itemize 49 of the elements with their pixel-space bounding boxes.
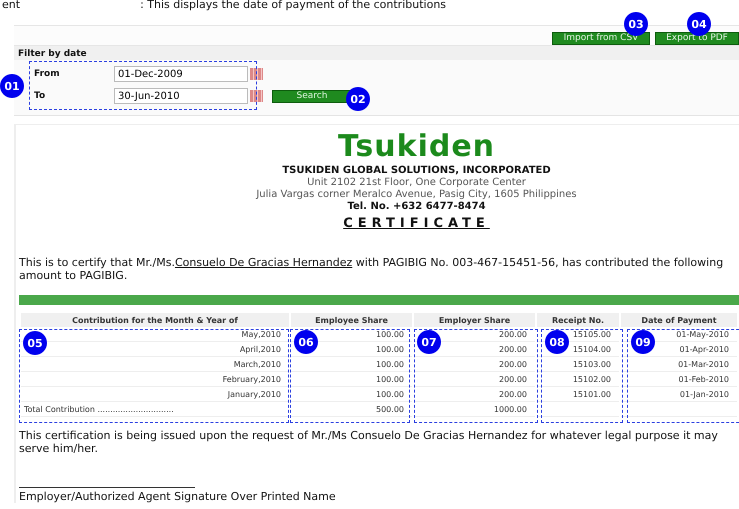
total-label: Total Contribution .............................. (21, 402, 289, 417)
callout-badge: 06 (294, 330, 318, 354)
company-name: TSUKIDEN GLOBAL SOLUTIONS, INCORPORATED (281, 165, 552, 177)
address-line: Julia Vargas corner Meralco Avenue, Pasig City, 1605 Philippines (254, 189, 578, 201)
certificate-title: CERTIFICATE (342, 215, 491, 232)
callout-badge: 04 (687, 12, 711, 36)
caption-term: ent (2, 0, 20, 10)
table-cell: 1000.00 (414, 402, 535, 417)
table-cell: 200.00 (414, 357, 535, 372)
table-cell: 15103.00 (537, 357, 619, 372)
column-header: Employer Share (414, 313, 535, 327)
callout-badge: 08 (545, 330, 569, 354)
signature-label: Employer/Authorized Agent Signature Over Printed Name (19, 490, 337, 503)
calendar-icon[interactable] (250, 90, 263, 102)
filter-heading: Filter by date (18, 49, 87, 59)
table-cell: 200.00 (414, 372, 535, 387)
table-cell: February,2010 (21, 372, 289, 387)
table-cell: 100.00 (291, 387, 412, 402)
column-header: Receipt No. (537, 313, 619, 327)
callout-badge: 01 (0, 74, 24, 98)
search-button[interactable]: Search (272, 90, 352, 102)
table-cell: 100.00 (291, 357, 412, 372)
to-label: To (33, 91, 46, 101)
address-line: Unit 2102 21st Floor, One Corporate Center (306, 177, 527, 189)
table-cell: 15101.00 (537, 387, 619, 402)
table-cell: March,2010 (21, 357, 289, 372)
table-cell: 01-Mar-2010 (621, 357, 737, 372)
caption-text: : This displays the date of payment of the contributions (140, 0, 446, 10)
table-cell: 01-Jan-2010 (621, 387, 737, 402)
from-date-field[interactable]: 01-Dec-2009 (114, 66, 248, 82)
table-cell: 15102.00 (537, 372, 619, 387)
company-logo: Tsukiden (336, 131, 496, 163)
table-cell: 100.00 (291, 372, 412, 387)
callout-badge: 07 (417, 330, 441, 354)
to-date-field[interactable]: 30-Jun-2010 (114, 88, 248, 104)
calendar-icon[interactable] (250, 68, 263, 80)
callout-badge: 09 (631, 330, 655, 354)
callout-badge: 02 (346, 87, 370, 111)
column-header: Date of Payment (621, 313, 737, 327)
table-cell: January,2010 (21, 387, 289, 402)
column-header: Contribution for the Month & Year of (21, 313, 289, 327)
column-header: Employee Share (291, 313, 412, 327)
from-label: From (33, 69, 61, 79)
table-cell: 200.00 (414, 387, 535, 402)
certification-paragraph: This is to certify that Mr./Ms.Consuelo De Gracias Hernandez with PAGIBIG No. 003-467-15451-56, has contributed the following amount to PAGIBIG. (19, 256, 724, 282)
telephone-number: Tel. No. +632 6477-8474 (346, 201, 487, 213)
table-cell: 01-Feb-2010 (621, 372, 737, 387)
table-cell: 500.00 (291, 402, 412, 417)
closing-paragraph: This certification is being issued upon the request of Mr./Ms Consuelo De Gracias Hernandez for whatever legal purpose it may serve him/her. (19, 429, 719, 455)
